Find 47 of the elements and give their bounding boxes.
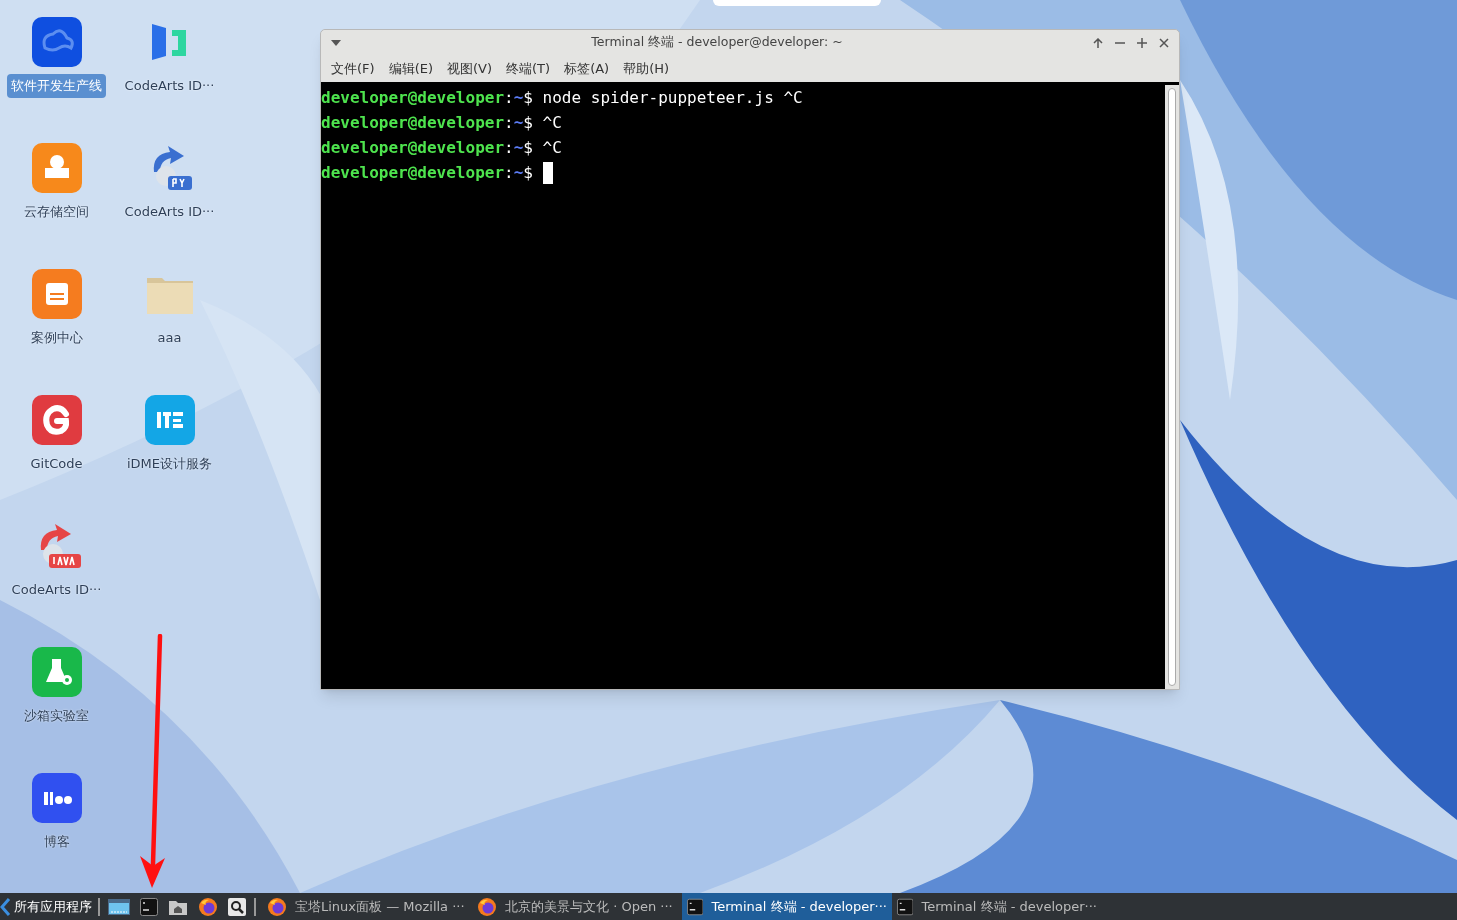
terminal-line: developer@developer:~$ node spider-puppeteer.js ^C xyxy=(321,87,803,109)
close-icon[interactable] xyxy=(1159,37,1169,48)
menu-item[interactable]: 视图(V) xyxy=(441,58,499,79)
blog-app-icon xyxy=(30,772,83,824)
cases-app-icon xyxy=(30,268,83,320)
desktop-icon-label[interactable]: 案例中心 xyxy=(26,326,87,350)
menu-item[interactable]: 标签(A) xyxy=(558,58,616,79)
browser-icon[interactable] xyxy=(267,896,287,917)
taskbar-task[interactable]: Terminal 终端 - developer··· xyxy=(682,893,892,920)
terminal-line: developer@developer:~$ xyxy=(321,162,534,184)
desktop-icon-label[interactable]: CodeArts ID··· xyxy=(7,578,106,602)
search-icon[interactable] xyxy=(228,897,246,916)
window-title: Terminal 终端 - developer@developer: ~ xyxy=(590,33,844,52)
terminal-line: developer@developer:~$ ^C xyxy=(321,112,562,134)
storage-app-icon xyxy=(30,142,83,194)
all-apps-button[interactable]: 所有应用程序 xyxy=(0,893,98,920)
terminal-icon[interactable] xyxy=(687,897,704,916)
cloud-app-icon xyxy=(30,16,83,68)
desktop-icon-label[interactable]: GitCode xyxy=(26,452,87,476)
maximize-icon[interactable] xyxy=(1137,37,1147,48)
taskbar-task[interactable]: 宝塔Linux面板 — Mozilla ··· xyxy=(262,893,472,920)
desktop-icon-label[interactable]: CodeArts ID··· xyxy=(120,200,219,224)
idme-app-icon xyxy=(143,394,196,446)
desktop-icon-label[interactable]: CodeArts ID··· xyxy=(120,74,219,98)
text-cursor xyxy=(542,162,553,184)
taskbar-task[interactable]: 北京的美景与文化 · Open ··· xyxy=(472,893,682,920)
desktop-icon-label[interactable]: aaa xyxy=(153,326,186,350)
browser-icon[interactable] xyxy=(198,896,218,917)
menu-item[interactable]: 帮助(H) xyxy=(617,58,676,79)
menu-item[interactable]: 文件(F) xyxy=(325,58,381,79)
desktop-icon-label[interactable]: 博客 xyxy=(39,830,74,854)
taskbar-task[interactable]: Terminal 终端 - developer··· xyxy=(892,893,1102,920)
screen-icon[interactable] xyxy=(108,897,130,916)
browser-icon[interactable] xyxy=(477,896,497,917)
desktop-icon-label[interactable]: 云存储空间 xyxy=(20,200,93,224)
desktop-icon-label[interactable]: 沙箱实验室 xyxy=(20,704,93,728)
menu-item[interactable]: 终端(T) xyxy=(500,58,557,79)
terminal-icon[interactable] xyxy=(140,897,158,916)
menu-item[interactable]: 编辑(E) xyxy=(382,58,439,79)
keep-above-icon[interactable] xyxy=(1093,37,1103,48)
chevron-left-icon xyxy=(0,897,12,916)
gitcode-app-icon xyxy=(30,394,83,446)
window-menu-icon[interactable] xyxy=(331,39,341,46)
desktop-icon-label[interactable]: iDME设计服务 xyxy=(122,452,217,476)
lab-app-icon xyxy=(30,646,83,698)
terminal-icon[interactable] xyxy=(897,897,914,916)
terminal-line: developer@developer:~$ ^C xyxy=(321,137,562,159)
